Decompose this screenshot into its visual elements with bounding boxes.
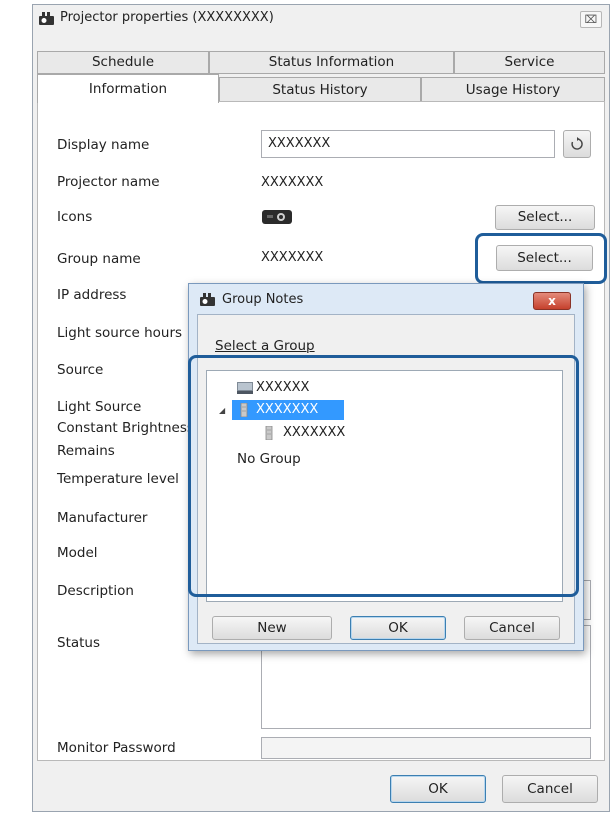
light-source-label: Light Source bbox=[57, 399, 142, 415]
description-label: Description bbox=[57, 583, 134, 599]
display-name-value: XXXXXXX bbox=[268, 136, 331, 151]
title-bar: Projector properties (XXXXXXXX) ⌧ bbox=[33, 5, 609, 33]
projector-name-label: Projector name bbox=[57, 174, 160, 190]
group-name-value: XXXXXXX bbox=[261, 250, 324, 265]
tab-usage-history[interactable]: Usage History bbox=[421, 77, 605, 102]
constant-brightness-label: Constant Brightness bbox=[57, 420, 194, 436]
tab-information[interactable]: Information bbox=[37, 74, 219, 103]
tab-schedule[interactable]: Schedule bbox=[37, 51, 209, 74]
dialog-ok-button[interactable]: OK bbox=[350, 616, 446, 640]
dialog-close-button[interactable]: x bbox=[533, 292, 571, 310]
light-source-hours-label: Light source hours bbox=[57, 325, 183, 341]
select-group-label: Select a Group bbox=[215, 338, 315, 354]
group-select-button[interactable]: Select... bbox=[496, 245, 593, 271]
refresh-button[interactable] bbox=[563, 130, 591, 158]
ip-address-label: IP address bbox=[57, 287, 127, 303]
icons-label: Icons bbox=[57, 209, 93, 225]
window-close-button[interactable]: ⌧ bbox=[580, 11, 602, 28]
model-label: Model bbox=[57, 545, 98, 561]
tab-status-information[interactable]: Status Information bbox=[209, 51, 454, 74]
projector-device-icon bbox=[262, 210, 292, 224]
group-notes-icon bbox=[200, 293, 215, 306]
temperature-level-label: Temperature level bbox=[57, 471, 179, 487]
tab-status-history[interactable]: Status History bbox=[219, 77, 421, 102]
ok-button[interactable]: OK bbox=[390, 775, 486, 803]
monitor-password-label: Monitor Password bbox=[57, 740, 176, 756]
projector-name-value: XXXXXXX bbox=[261, 175, 324, 190]
monitor-password-field[interactable] bbox=[261, 737, 591, 759]
refresh-icon bbox=[571, 137, 583, 150]
dialog-title: Group Notes bbox=[222, 292, 304, 307]
projector-icon bbox=[39, 12, 54, 25]
manufacturer-label: Manufacturer bbox=[57, 510, 148, 526]
new-group-button[interactable]: New bbox=[212, 616, 332, 640]
group-name-label: Group name bbox=[57, 251, 141, 267]
remains-label: Remains bbox=[57, 443, 115, 459]
cancel-button[interactable]: Cancel bbox=[502, 775, 598, 803]
source-label: Source bbox=[57, 362, 104, 378]
display-name-input[interactable]: XXXXXXX bbox=[261, 130, 555, 158]
display-name-label: Display name bbox=[57, 137, 150, 153]
status-label: Status bbox=[57, 635, 101, 651]
tab-service[interactable]: Service bbox=[454, 51, 605, 74]
dialog-cancel-button[interactable]: Cancel bbox=[464, 616, 560, 640]
window-title: Projector properties (XXXXXXXX) bbox=[60, 10, 274, 25]
icons-select-button[interactable]: Select... bbox=[495, 205, 595, 230]
group-tree-highlight bbox=[188, 355, 579, 597]
